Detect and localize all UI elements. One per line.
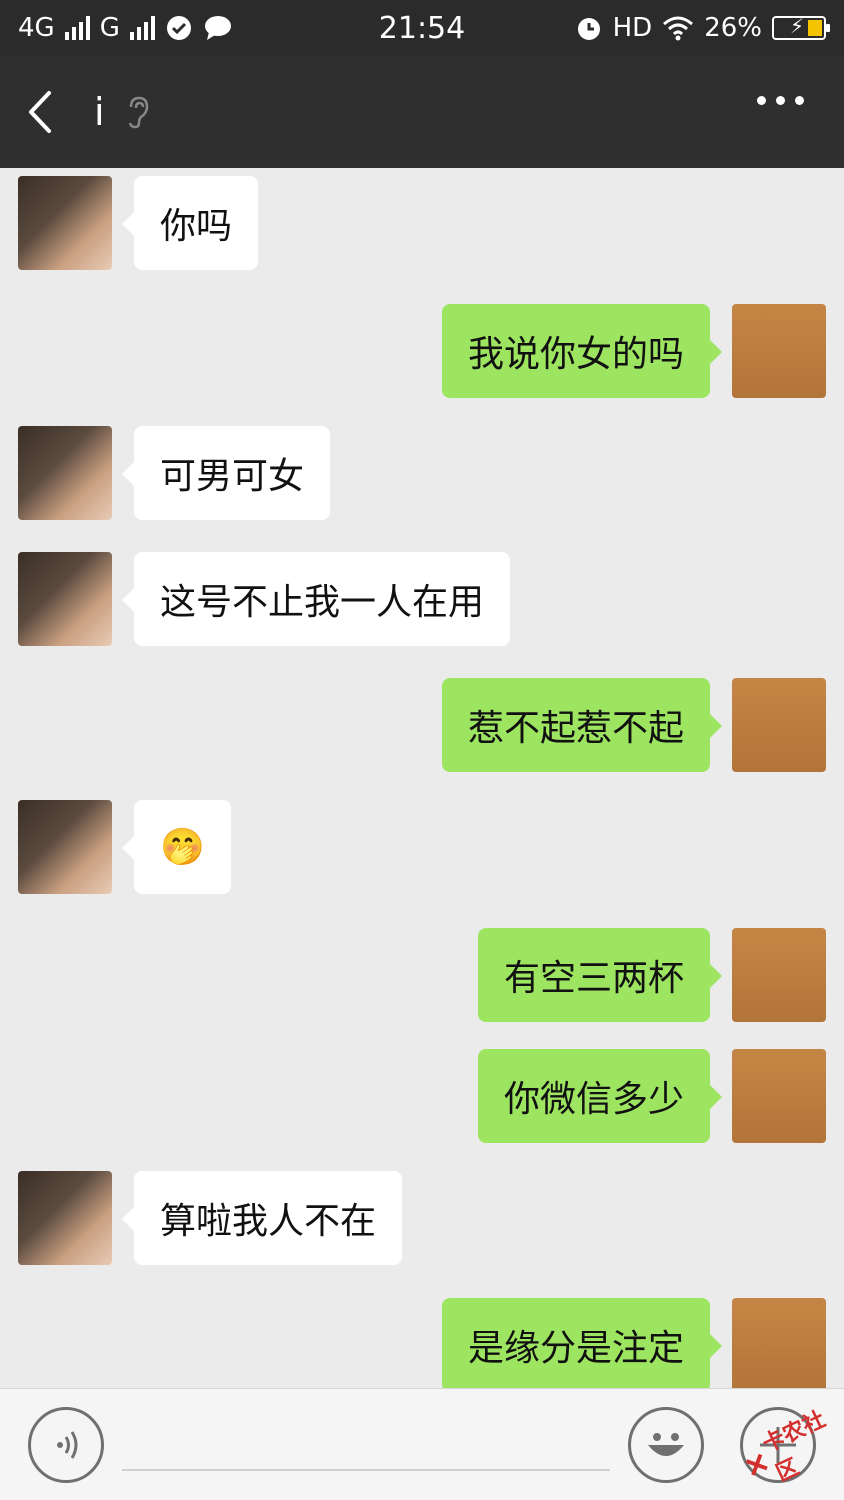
emoji-button[interactable]: [628, 1407, 704, 1483]
message-row: 是缘分是注定: [0, 1290, 844, 1388]
status-left: 4G G: [18, 13, 233, 43]
chat-header: i: [0, 56, 844, 168]
message-bubble-received[interactable]: 可男可女: [121, 426, 331, 520]
message-bubble-icon: [204, 16, 231, 40]
more-options-button[interactable]: [757, 96, 804, 105]
battery-percent: 26%: [704, 13, 762, 43]
message-row: 🤭: [0, 792, 844, 894]
message-bubble-sent[interactable]: 我说你女的吗: [441, 304, 723, 398]
message-row: 你微信多少: [0, 1041, 844, 1143]
message-bubble-sent[interactable]: 有空三两杯: [477, 928, 723, 1022]
message-row: 算啦我人不在: [0, 1163, 844, 1265]
wifi-icon: [663, 16, 694, 41]
network-label-g: G: [99, 13, 120, 43]
status-right: HD 26% ⚡: [575, 13, 830, 43]
message-bubble-sent[interactable]: 你微信多少: [477, 1049, 723, 1143]
contact-avatar[interactable]: [18, 176, 112, 270]
chevron-left-icon: [29, 91, 51, 133]
voice-icon: [57, 1431, 78, 1459]
network-label-4g: 4G: [18, 13, 55, 43]
signal-icon-2: [129, 16, 155, 40]
input-bar: [0, 1388, 844, 1500]
message-row: 你吗: [0, 168, 844, 270]
back-button[interactable]: [0, 56, 80, 168]
check-circle-icon: [166, 16, 191, 40]
message-row: 惹不起惹不起: [0, 670, 844, 772]
more-dots-icon: [757, 96, 766, 105]
message-row: 这号不止我一人在用: [0, 544, 844, 646]
message-row: 我说你女的吗: [0, 296, 844, 398]
message-bubble-sent[interactable]: 是缘分是注定: [441, 1298, 723, 1388]
self-avatar[interactable]: [732, 678, 826, 772]
battery-icon: ⚡: [772, 14, 830, 40]
contact-avatar[interactable]: [18, 552, 112, 646]
self-avatar[interactable]: [732, 1298, 826, 1388]
emoji-icon: [648, 1433, 684, 1456]
contact-avatar[interactable]: [18, 426, 112, 520]
message-bubble-received[interactable]: 算啦我人不在: [121, 1171, 403, 1265]
voice-button[interactable]: [28, 1407, 104, 1483]
self-avatar[interactable]: [732, 1049, 826, 1143]
message-bubble-received[interactable]: 你吗: [121, 176, 259, 270]
message-bubble-received-emoji[interactable]: 🤭: [122, 800, 231, 894]
alarm-clock-icon: [577, 18, 600, 40]
signal-icon: [64, 16, 90, 40]
message-row: 有空三两杯: [0, 920, 844, 1022]
self-avatar[interactable]: [732, 928, 826, 1022]
status-bar: 4G G 21:54 HD 26% ⚡: [0, 0, 844, 56]
message-bubble-sent[interactable]: 惹不起惹不起: [441, 678, 723, 772]
message-input[interactable]: [122, 1419, 610, 1471]
contact-avatar[interactable]: [18, 1171, 112, 1265]
message-row: 可男可女: [0, 418, 844, 520]
contact-avatar[interactable]: [18, 800, 112, 894]
hd-label: HD: [612, 13, 653, 43]
ear-icon: [128, 96, 148, 129]
self-avatar[interactable]: [732, 304, 826, 398]
chat-title: i: [94, 90, 105, 134]
message-bubble-received[interactable]: 这号不止我一人在用: [121, 552, 511, 646]
message-list: 你吗 我说你女的吗 可男可女 这号不止我一人在用 惹不起惹不起 🤭 有空三两杯 …: [0, 168, 844, 1388]
